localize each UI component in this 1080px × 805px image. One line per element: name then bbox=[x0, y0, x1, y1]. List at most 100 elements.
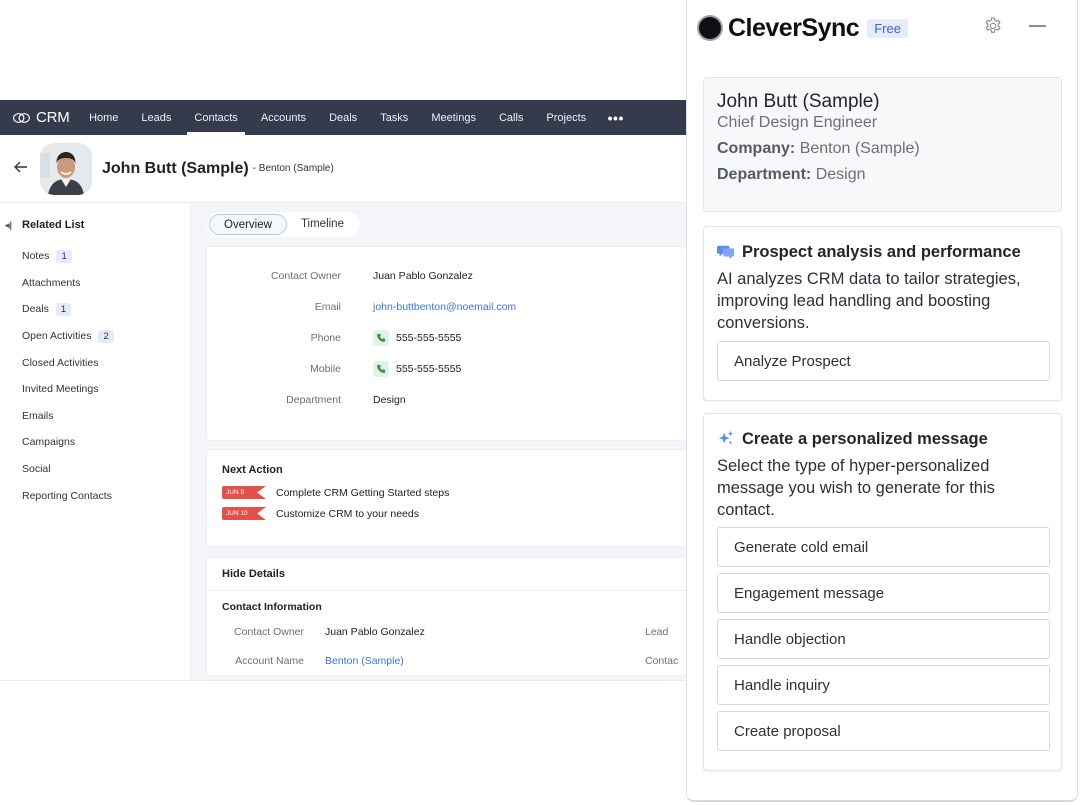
page-divider bbox=[0, 680, 686, 681]
more-nav-button[interactable]: ••• bbox=[598, 110, 634, 126]
nav-item-calls[interactable]: Calls bbox=[487, 100, 534, 135]
related-list-header: ◂| Related List bbox=[0, 217, 190, 233]
next-action-item[interactable]: JUN 10 Customize CRM to your needs bbox=[222, 507, 671, 520]
related-item-reporting-contacts[interactable]: Reporting Contacts bbox=[0, 482, 190, 509]
details-card: Hide Details Contact Information Contact… bbox=[207, 558, 686, 675]
option-handle-objection-button[interactable]: Handle objection bbox=[717, 619, 1050, 659]
overview-row-phone: Phone 555-555-5555 bbox=[207, 322, 686, 353]
settings-gear-icon[interactable] bbox=[983, 16, 1003, 36]
option-engagement-message-button[interactable]: Engagement message bbox=[717, 573, 1050, 613]
compose-title-text: Create a personalized message bbox=[742, 429, 988, 448]
crm-logo-icon bbox=[13, 112, 30, 123]
detail-value: Juan Pablo Gonzalez bbox=[325, 625, 425, 638]
field-value: Design bbox=[373, 394, 406, 406]
screen: CRM Home Leads Contacts Accounts Deals Tasks M… bbox=[0, 0, 1080, 805]
field-value[interactable]: 555-555-5555 bbox=[373, 329, 461, 346]
next-action-text[interactable]: Customize CRM to your needs bbox=[276, 508, 419, 520]
field-value-text[interactable]: 555-555-5555 bbox=[396, 363, 461, 375]
next-action-card: Next Action JUN 9 Complete CRM Getting St… bbox=[207, 450, 686, 546]
related-item-deals[interactable]: Deals 1 bbox=[0, 296, 190, 323]
option-create-proposal-button[interactable]: Create proposal bbox=[717, 711, 1050, 751]
field-value[interactable]: john-buttbenton@noemail.com bbox=[373, 301, 516, 313]
nav-item-projects[interactable]: Projects bbox=[535, 100, 598, 135]
hide-details-toggle[interactable]: Hide Details bbox=[207, 558, 686, 591]
field-value-text[interactable]: 555-555-5555 bbox=[396, 332, 461, 344]
related-item-closed-activities[interactable]: Closed Activities bbox=[0, 349, 190, 376]
related-item-label: Emails bbox=[22, 409, 54, 422]
nav-item-accounts[interactable]: Accounts bbox=[249, 100, 317, 135]
nav-item-home[interactable]: Home bbox=[78, 100, 130, 135]
record-body: ◂| Related List Notes 1 Attachments Deals 1 O… bbox=[0, 203, 686, 680]
detail-row: Account Name Benton (Sample) Contac bbox=[222, 646, 678, 675]
overview-row-email: Email john-buttbenton@noemail.com bbox=[207, 291, 686, 322]
crm-brand[interactable]: CRM bbox=[0, 109, 70, 126]
analyze-prospect-button[interactable]: Analyze Prospect bbox=[717, 341, 1050, 381]
compose-title: Create a personalized message bbox=[717, 428, 1048, 450]
related-item-social[interactable]: Social bbox=[0, 456, 190, 483]
nav-item-meetings[interactable]: Meetings bbox=[420, 100, 488, 135]
collapse-panel-icon[interactable]: ◂| bbox=[0, 220, 22, 231]
count-badge: 1 bbox=[55, 302, 72, 316]
cleversync-panel: CleverSync Free John Butt (Sample) Chief… bbox=[686, 0, 1078, 802]
personalized-message-card: Create a personalized message Select the… bbox=[703, 413, 1062, 771]
record-account[interactable]: - Benton (Sample) bbox=[253, 163, 334, 174]
contact-information-title: Contact Information bbox=[222, 601, 322, 613]
company-label: Company: bbox=[717, 140, 796, 157]
compose-description: Select the type of hyper-personalized me… bbox=[717, 457, 995, 519]
overview-row-department: Department Design bbox=[207, 384, 686, 415]
panel-header: CleverSync Free bbox=[687, 0, 1077, 56]
field-label: Department bbox=[286, 393, 341, 406]
related-item-label: Reporting Contacts bbox=[22, 489, 112, 502]
next-action-text[interactable]: Complete CRM Getting Started steps bbox=[276, 487, 449, 499]
tab-overview[interactable]: Overview bbox=[209, 214, 287, 235]
field-value: Juan Pablo Gonzalez bbox=[373, 270, 473, 282]
related-item-open-activities[interactable]: Open Activities 2 bbox=[0, 323, 190, 350]
contact-avatar bbox=[40, 142, 92, 195]
related-item-label: Notes bbox=[22, 250, 50, 263]
related-item-label: Campaigns bbox=[22, 436, 76, 449]
related-list-title: Related List bbox=[22, 219, 85, 231]
phone-icon[interactable] bbox=[373, 360, 389, 377]
crm-app: CRM Home Leads Contacts Accounts Deals Tasks M… bbox=[0, 100, 686, 680]
detail-row: Contact Owner Juan Pablo Gonzalez Lead bbox=[222, 617, 671, 646]
detail-value[interactable]: Benton (Sample) bbox=[325, 655, 404, 667]
nav-item-tasks[interactable]: Tasks bbox=[369, 100, 420, 135]
top-nav: CRM Home Leads Contacts Accounts Deals Tasks M… bbox=[0, 100, 686, 135]
related-item-notes[interactable]: Notes 1 bbox=[0, 243, 190, 270]
tab-timeline[interactable]: Timeline bbox=[287, 214, 358, 235]
field-value[interactable]: 555-555-5555 bbox=[373, 360, 461, 377]
related-item-invited-meetings[interactable]: Invited Meetings bbox=[0, 376, 190, 403]
related-item-label: Deals bbox=[22, 303, 49, 316]
detail-label: Account Name bbox=[235, 654, 304, 667]
field-value-text[interactable]: john-buttbenton@noemail.com bbox=[373, 301, 516, 313]
contact-company: Company: Benton (Sample) bbox=[717, 140, 1048, 158]
nav-item-leads[interactable]: Leads bbox=[130, 100, 183, 135]
overview-row-contact-owner: Contact Owner Juan Pablo Gonzalez bbox=[207, 260, 686, 291]
option-handle-inquiry-button[interactable]: Handle inquiry bbox=[717, 665, 1050, 705]
phone-icon[interactable] bbox=[373, 329, 389, 346]
app-name: CleverSync bbox=[728, 13, 860, 42]
view-tabs: Overview Timeline bbox=[207, 212, 360, 237]
detail-right-label: Lead bbox=[645, 625, 669, 638]
option-generate-cold-email-button[interactable]: Generate cold email bbox=[717, 527, 1050, 567]
contact-title: Chief Design Engineer bbox=[717, 114, 878, 131]
related-item-attachments[interactable]: Attachments bbox=[0, 270, 190, 297]
minimize-button[interactable] bbox=[1029, 25, 1046, 27]
nav-item-deals[interactable]: Deals bbox=[318, 100, 369, 135]
analysis-title-text: Prospect analysis and performance bbox=[742, 242, 1021, 261]
detail-label: Contact Owner bbox=[233, 625, 304, 638]
related-item-emails[interactable]: Emails bbox=[0, 403, 190, 430]
overview-row-mobile: Mobile 555-555-5555 bbox=[207, 353, 686, 384]
date-tag: JUN 9 bbox=[222, 486, 266, 499]
contact-department: Department: Design bbox=[717, 166, 1048, 184]
next-action-item[interactable]: JUN 9 Complete CRM Getting Started steps bbox=[222, 486, 671, 499]
related-item-label: Attachments bbox=[22, 276, 81, 289]
record-header: John Butt (Sample) - Benton (Sample) bbox=[0, 135, 686, 203]
record-name: John Butt (Sample) bbox=[102, 159, 249, 177]
nav-item-contacts[interactable]: Contacts bbox=[183, 100, 249, 135]
back-arrow-icon[interactable] bbox=[14, 160, 40, 178]
company-value: Benton (Sample) bbox=[799, 140, 920, 157]
contact-summary-card: John Butt (Sample) Chief Design Engineer… bbox=[703, 77, 1062, 212]
related-item-campaigns[interactable]: Campaigns bbox=[0, 429, 190, 456]
field-value-text: Juan Pablo Gonzalez bbox=[373, 269, 473, 282]
